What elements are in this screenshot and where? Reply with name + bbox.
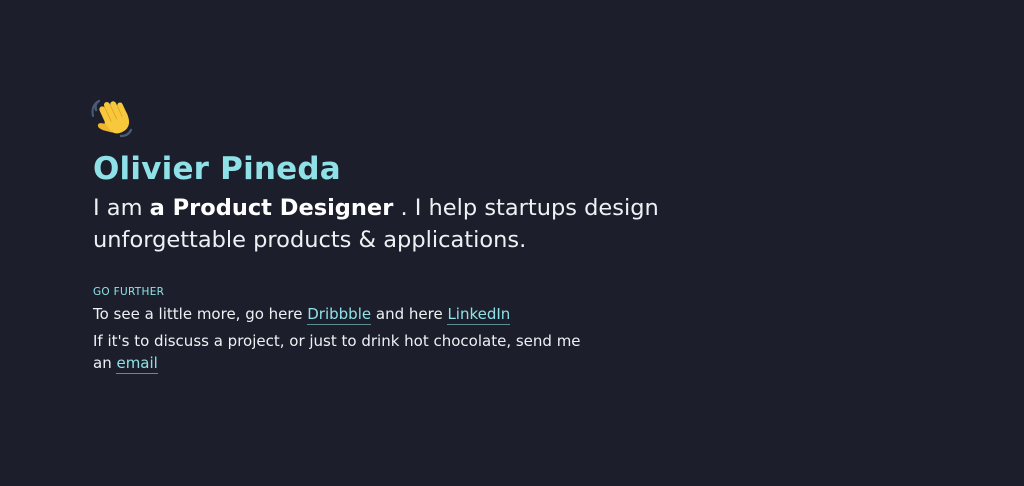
links-line: To see a little more, go here Dribbble a… — [93, 303, 593, 325]
linkedin-link[interactable]: LinkedIn — [447, 305, 511, 325]
intro-prefix: I am — [93, 195, 150, 221]
email-link[interactable]: email — [116, 354, 158, 374]
page: Olivier Pineda I am a Product Designer .… — [0, 0, 1024, 486]
contact-line-prefix: If it's to discuss a project, or just to… — [93, 332, 581, 372]
links-line-prefix: To see a little more, go here — [93, 305, 308, 323]
links-line-middle: and here — [371, 305, 448, 323]
dribbble-link[interactable]: Dribbble — [307, 305, 372, 325]
intro-role: a Product Designer — [149, 195, 394, 221]
page-title: Olivier Pineda — [93, 151, 341, 187]
go-further-label: GO FURTHER — [93, 286, 165, 298]
contact-line: If it's to discuss a project, or just to… — [93, 330, 593, 374]
waving-hand-icon — [91, 99, 133, 138]
hero-section: Olivier Pineda I am a Product Designer .… — [91, 96, 693, 374]
intro-text: I am a Product Designer . I help startup… — [93, 192, 693, 256]
